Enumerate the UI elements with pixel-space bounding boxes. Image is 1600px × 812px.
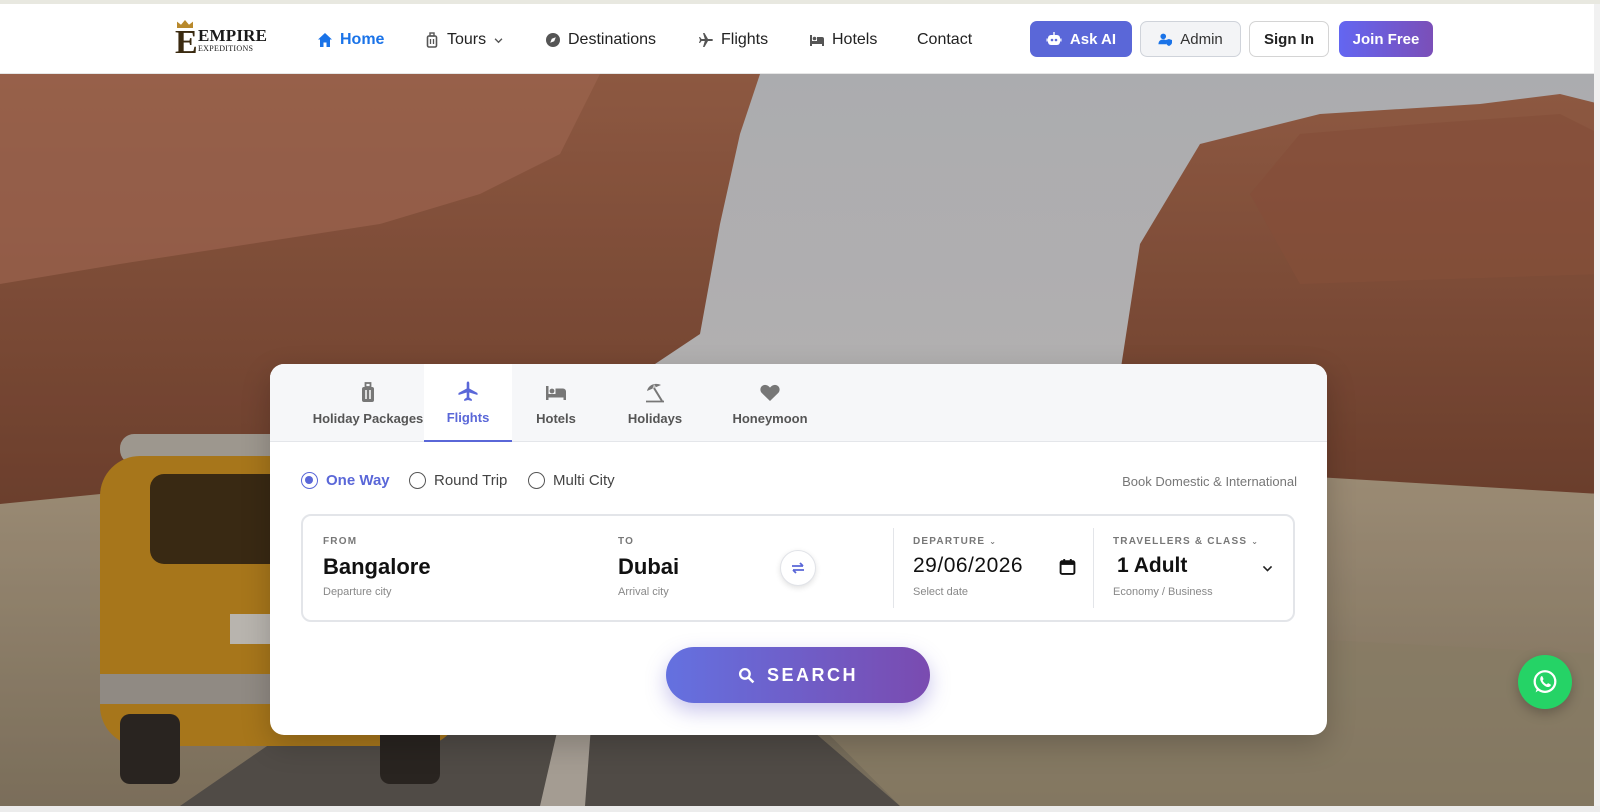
suitcase-icon bbox=[426, 32, 438, 48]
nav-destinations-label: Destinations bbox=[568, 31, 657, 48]
bed-icon bbox=[810, 35, 824, 46]
from-field[interactable]: FROM Bangalore Departure city bbox=[323, 516, 593, 620]
nav-hotels[interactable]: Hotels bbox=[809, 29, 877, 51]
departure-field[interactable]: DEPARTURE ⌄ 29/06/2026 Select date bbox=[913, 516, 1083, 620]
join-free-label: Join Free bbox=[1352, 30, 1420, 48]
robot-icon bbox=[1046, 32, 1062, 45]
status-strip bbox=[0, 806, 1600, 812]
nav-tours-label: Tours bbox=[447, 31, 487, 48]
tab-holiday-packages-label: Holiday Packages bbox=[312, 410, 424, 426]
travellers-value: 1 Adult bbox=[1117, 554, 1188, 577]
nav-tours[interactable]: Tours bbox=[424, 29, 504, 51]
radio-selected-icon bbox=[301, 472, 318, 489]
suitcase-icon bbox=[362, 381, 374, 402]
search-button-label: SEARCH bbox=[766, 664, 858, 685]
compass-icon bbox=[546, 33, 560, 47]
tab-honeymoon-label: Honeymoon bbox=[732, 410, 808, 426]
page-scrollbar[interactable] bbox=[1594, 4, 1600, 806]
trip-one-way-radio[interactable]: One Way bbox=[301, 472, 390, 489]
nav-contact[interactable]: Contact bbox=[917, 29, 972, 51]
tab-honeymoon[interactable]: Honeymoon bbox=[710, 364, 830, 442]
sign-in-button[interactable]: Sign In bbox=[1249, 21, 1329, 57]
from-label: FROM bbox=[323, 536, 358, 547]
crown-logo-mark: E bbox=[174, 18, 198, 62]
tab-flights[interactable]: Flights bbox=[424, 364, 512, 442]
swap-arrows-icon bbox=[792, 562, 804, 574]
nav-contact-label: Contact bbox=[917, 31, 973, 48]
home-icon bbox=[318, 33, 332, 47]
radio-icon bbox=[528, 472, 545, 489]
swap-cities-button[interactable] bbox=[780, 550, 816, 586]
search-button[interactable]: SEARCH bbox=[666, 647, 930, 703]
ask-ai-label: Ask AI bbox=[1069, 30, 1117, 48]
brand-tagline: EXPEDITIONS bbox=[198, 44, 254, 53]
brand-name: EMPIRE bbox=[198, 26, 268, 45]
whatsapp-icon bbox=[1533, 670, 1557, 693]
trip-round-trip-radio[interactable]: Round Trip bbox=[409, 472, 507, 489]
trip-multi-city-radio[interactable]: Multi City bbox=[528, 472, 615, 489]
chevron-down-icon bbox=[494, 37, 503, 43]
booking-scope-note: Book Domestic & International bbox=[1122, 474, 1297, 489]
hero-section: Holiday Packages Flights Hotels Holidays… bbox=[0, 74, 1600, 806]
user-shield-icon bbox=[1158, 33, 1173, 46]
ask-ai-button[interactable]: Ask AI bbox=[1030, 21, 1132, 57]
flight-search-fields: FROM Bangalore Departure city TO Dubai A… bbox=[301, 514, 1295, 622]
umbrella-beach-icon bbox=[646, 383, 664, 402]
heart-icon bbox=[760, 384, 780, 401]
to-field[interactable]: TO Dubai Arrival city bbox=[618, 516, 768, 620]
tab-holidays-label: Holidays bbox=[627, 410, 683, 426]
search-card: Holiday Packages Flights Hotels Holidays… bbox=[270, 364, 1327, 735]
tab-hotels-label: Hotels bbox=[536, 410, 576, 426]
navbar: E EMPIRE EXPEDITIONS Home Tours Destinat… bbox=[0, 4, 1600, 74]
trip-round-trip-label: Round Trip bbox=[434, 472, 508, 489]
search-icon bbox=[738, 667, 755, 683]
admin-button[interactable]: Admin bbox=[1140, 21, 1241, 57]
to-value: Dubai bbox=[618, 554, 680, 579]
whatsapp-chat-button[interactable] bbox=[1518, 655, 1572, 709]
booking-tabs: Holiday Packages Flights Hotels Holidays… bbox=[270, 364, 1327, 442]
tab-holiday-packages[interactable]: Holiday Packages bbox=[294, 364, 442, 442]
bed-icon bbox=[546, 385, 566, 400]
nav-flights-label: Flights bbox=[721, 31, 769, 48]
calendar-icon[interactable] bbox=[1059, 558, 1076, 575]
to-label: TO bbox=[618, 536, 635, 547]
admin-label: Admin bbox=[1180, 30, 1223, 48]
tab-flights-label: Flights bbox=[446, 409, 490, 425]
tab-holidays[interactable]: Holidays bbox=[600, 364, 710, 442]
nav-home-label: Home bbox=[340, 31, 385, 48]
join-free-button[interactable]: Join Free bbox=[1339, 21, 1433, 57]
radio-icon bbox=[409, 472, 426, 489]
departure-label: DEPARTURE ⌄ bbox=[913, 536, 998, 547]
tab-hotels[interactable]: Hotels bbox=[512, 364, 600, 442]
trip-multi-city-label: Multi City bbox=[553, 472, 615, 489]
chevron-down-icon bbox=[1262, 565, 1273, 572]
travellers-hint: Economy / Business bbox=[1113, 586, 1213, 598]
nav-flights[interactable]: Flights bbox=[698, 29, 768, 51]
from-value: Bangalore bbox=[323, 554, 431, 579]
plane-icon bbox=[458, 381, 478, 401]
brand-logo[interactable]: E EMPIRE EXPEDITIONS bbox=[174, 18, 268, 62]
trip-one-way-label: One Way bbox=[326, 472, 390, 489]
departure-hint: Select date bbox=[913, 586, 969, 598]
nav-home[interactable]: Home bbox=[317, 29, 384, 51]
to-hint: Arrival city bbox=[618, 586, 669, 598]
sign-in-label: Sign In bbox=[1264, 30, 1314, 48]
nav-hotels-label: Hotels bbox=[832, 31, 878, 48]
travellers-field[interactable]: TRAVELLERS & CLASS ⌄ 1 Adult Economy / B… bbox=[1113, 516, 1283, 620]
travellers-label: TRAVELLERS & CLASS ⌄ bbox=[1113, 536, 1260, 547]
nav-destinations[interactable]: Destinations bbox=[545, 29, 656, 51]
departure-date-input[interactable]: 29/06/2026 bbox=[913, 554, 1023, 578]
plane-icon bbox=[699, 33, 713, 47]
from-hint: Departure city bbox=[323, 586, 392, 598]
